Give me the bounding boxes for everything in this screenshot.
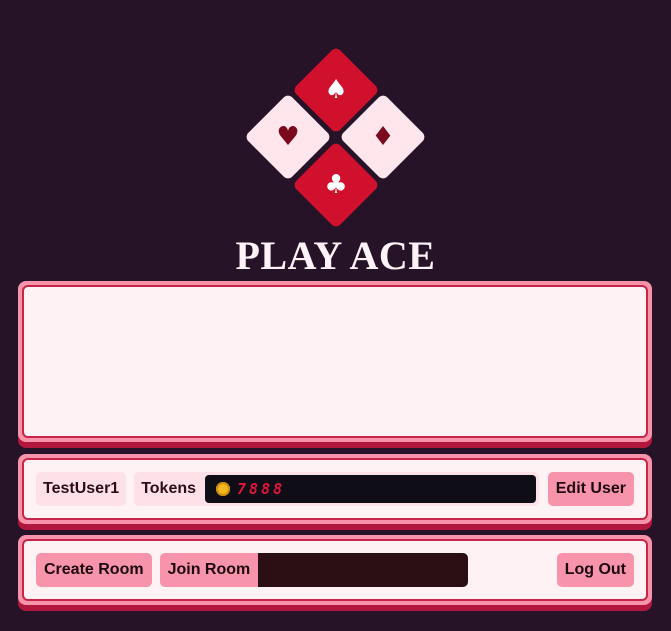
user-bar: TestUser1 Tokens 7888 Edit User	[18, 454, 652, 524]
edit-user-button[interactable]: Edit User	[547, 472, 634, 506]
username-label: TestUser1	[36, 472, 127, 506]
tokens-group: Tokens 7888	[134, 472, 539, 506]
room-bar-inner: Create Room Join Room Log Out	[22, 539, 648, 601]
tokens-display: 7888	[205, 475, 536, 503]
join-room-button[interactable]: Join Room	[159, 553, 259, 587]
tokens-value: 7888	[237, 480, 286, 498]
room-code-input[interactable]	[258, 553, 469, 587]
message-panel	[18, 281, 652, 442]
create-room-button[interactable]: Create Room	[36, 553, 152, 587]
tokens-label: Tokens	[141, 480, 197, 497]
club-icon: ♣	[324, 170, 348, 200]
coin-icon	[216, 482, 231, 496]
app-title: PLAY ACE	[235, 233, 436, 278]
log-out-button[interactable]: Log Out	[556, 553, 634, 587]
room-bar: Create Room Join Room Log Out	[18, 535, 652, 605]
user-bar-inner: TestUser1 Tokens 7888 Edit User	[22, 458, 648, 520]
play-ace-logo: ♠ ♥ ♦ ♣	[0, 0, 671, 240]
message-area	[22, 285, 648, 438]
